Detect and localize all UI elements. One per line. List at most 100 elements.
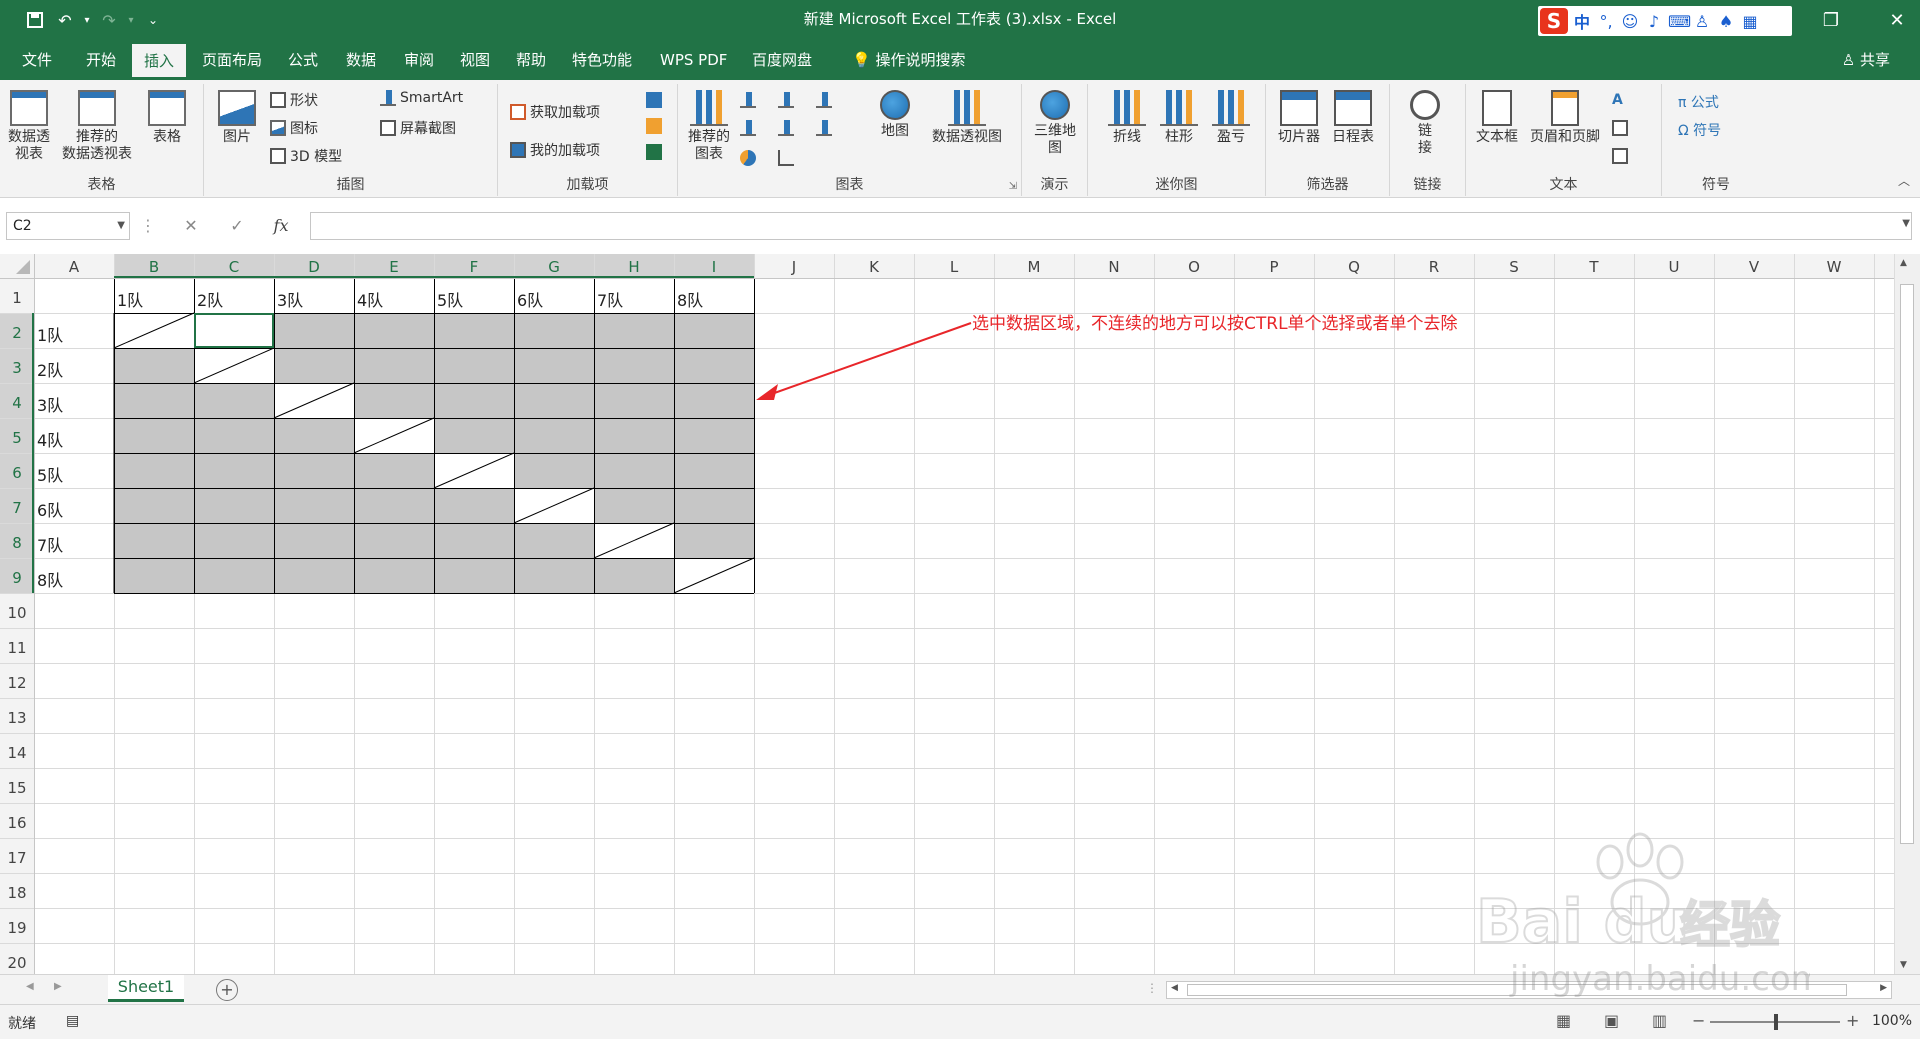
enter-icon[interactable]: ✓: [222, 212, 252, 240]
zoom-in-icon[interactable]: +: [1846, 1011, 1859, 1030]
prev-sheet-icon[interactable]: ◀: [26, 981, 34, 992]
skin-icon[interactable]: ♠: [1716, 12, 1736, 31]
equation-button[interactable]: π 公式: [1678, 92, 1719, 112]
split-handle-icon[interactable]: ⋮: [1146, 981, 1158, 995]
tab-wps-pdf[interactable]: WPS PDF: [648, 40, 739, 80]
page-layout-view-icon[interactable]: ▣: [1604, 1011, 1619, 1030]
customize-qat-icon[interactable]: ⌄: [138, 5, 168, 35]
pictures-button[interactable]: 图片: [218, 90, 256, 146]
insert-function-icon[interactable]: fx: [266, 212, 296, 240]
tab-view[interactable]: 视图: [448, 40, 502, 80]
bing-icon[interactable]: [646, 118, 662, 134]
sparkline-column-button[interactable]: 柱形: [1160, 90, 1198, 146]
my-addins-button[interactable]: 我的加载项: [510, 140, 600, 160]
vertical-scroll-thumb[interactable]: [1900, 284, 1914, 844]
object-icon[interactable]: [1612, 148, 1628, 164]
ime-mode-toggle[interactable]: 中: [1572, 9, 1592, 33]
word-addin-icon[interactable]: [646, 92, 662, 108]
tab-insert[interactable]: 插入: [132, 44, 187, 80]
screenshot-button[interactable]: 屏幕截图: [380, 118, 456, 138]
add-sheet-icon[interactable]: +: [216, 979, 238, 1001]
toolbox-icon[interactable]: ▦: [1740, 12, 1760, 31]
share-button[interactable]: ♙ 共享: [1842, 40, 1890, 80]
user-icon[interactable]: ♙: [1692, 12, 1712, 31]
collapse-ribbon-icon[interactable]: ︿: [1898, 172, 1910, 189]
horizontal-scrollbar[interactable]: ◀ ▶: [1166, 981, 1892, 999]
active-cell-fill[interactable]: [194, 313, 274, 348]
chevron-down-icon[interactable]: ▼: [117, 213, 125, 239]
smartart-button[interactable]: SmartArt: [380, 90, 463, 106]
macro-record-icon[interactable]: ▤: [66, 1013, 79, 1029]
scroll-left-icon[interactable]: ◀: [1171, 983, 1178, 993]
microphone-icon[interactable]: ♪: [1644, 12, 1664, 31]
keyboard-icon[interactable]: ⌨: [1668, 12, 1691, 31]
header-footer-button[interactable]: 页眉和页脚: [1530, 90, 1600, 146]
save-icon[interactable]: [20, 5, 50, 35]
maps-button[interactable]: 地图: [880, 90, 910, 140]
tab-data[interactable]: 数据: [334, 40, 388, 80]
drag-handle-icon[interactable]: ⋮: [140, 212, 156, 240]
worksheet-grid[interactable]: A B C D E F G H I J K L M N O P Q R S T U V W 1 2 3 4 5 6 7 8 9 10 11 12 13…: [0, 254, 1920, 974]
link-button[interactable]: 链 接: [1410, 90, 1440, 157]
symbol-button[interactable]: Ω 符号: [1678, 120, 1721, 140]
name-box[interactable]: C2 ▼: [6, 212, 130, 240]
tab-help[interactable]: 帮助: [504, 40, 558, 80]
redo-icon[interactable]: ↷: [94, 5, 124, 35]
table-button[interactable]: 表格: [148, 90, 186, 146]
recommended-pivot-button[interactable]: 推荐的 数据透视表: [62, 90, 132, 163]
column-chart-icon[interactable]: [740, 92, 756, 108]
zoom-level[interactable]: 100%: [1872, 1013, 1912, 1029]
cancel-icon[interactable]: ✕: [176, 212, 206, 240]
slicer-button[interactable]: 切片器: [1278, 90, 1320, 146]
undo-icon[interactable]: ↶: [50, 5, 80, 35]
sparkline-winloss-button[interactable]: 盈亏: [1212, 90, 1250, 146]
expand-formula-icon[interactable]: ▼: [1902, 218, 1910, 229]
3d-map-button[interactable]: 三维地 图: [1034, 90, 1076, 157]
emoji-icon[interactable]: ☺: [1620, 12, 1640, 31]
scatter-chart-icon[interactable]: [778, 150, 794, 166]
ime-punct-toggle[interactable]: °,: [1596, 12, 1616, 31]
tell-me-search[interactable]: 💡 操作说明搜索: [840, 40, 977, 80]
vertical-scrollbar[interactable]: ▲ ▼: [1894, 254, 1920, 974]
tab-special[interactable]: 特色功能: [560, 40, 644, 80]
statistic-chart-icon[interactable]: [778, 120, 794, 136]
textbox-button[interactable]: 文本框: [1476, 90, 1518, 146]
3d-models-button[interactable]: 3D 模型: [270, 146, 342, 166]
restore-icon[interactable]: ❐: [1808, 0, 1854, 40]
tab-formulas[interactable]: 公式: [276, 40, 330, 80]
hierarchy-chart-icon[interactable]: [778, 92, 794, 108]
tab-file[interactable]: 文件: [10, 40, 64, 80]
scroll-up-icon[interactable]: ▲: [1900, 258, 1907, 268]
signature-line-icon[interactable]: [1612, 120, 1628, 136]
scroll-down-icon[interactable]: ▼: [1900, 960, 1907, 970]
tab-page-layout[interactable]: 页面布局: [190, 40, 274, 80]
combo-chart-icon[interactable]: [816, 120, 832, 136]
zoom-slider-knob[interactable]: [1774, 1014, 1778, 1030]
close-icon[interactable]: ✕: [1874, 0, 1920, 40]
people-graph-icon[interactable]: [646, 144, 662, 160]
sheet-tab-sheet1[interactable]: Sheet1: [108, 975, 184, 1002]
recommended-charts-button[interactable]: 推荐的 图表: [688, 90, 730, 163]
shapes-button[interactable]: 形状: [270, 90, 318, 110]
next-sheet-icon[interactable]: ▶: [54, 981, 62, 992]
grid-canvas[interactable]: A B C D E F G H I J K L M N O P Q R S T U V W12345678910111213…: [0, 254, 1894, 974]
pivot-table-button[interactable]: 数据透 视表: [8, 90, 50, 163]
undo-dropdown-icon[interactable]: ▾: [80, 5, 94, 35]
zoom-out-icon[interactable]: −: [1692, 1011, 1705, 1030]
sparkline-line-button[interactable]: 折线: [1108, 90, 1146, 146]
timeline-button[interactable]: 日程表: [1332, 90, 1374, 146]
scroll-right-icon[interactable]: ▶: [1880, 983, 1887, 993]
tab-baidu-disk[interactable]: 百度网盘: [740, 40, 824, 80]
line-chart-icon[interactable]: [740, 120, 756, 136]
horizontal-scroll-thumb[interactable]: [1187, 984, 1847, 996]
waterfall-chart-icon[interactable]: [816, 92, 832, 108]
zoom-slider[interactable]: [1710, 1014, 1840, 1030]
get-addins-button[interactable]: 获取加载项: [510, 102, 600, 122]
pie-chart-icon[interactable]: [740, 150, 756, 166]
normal-view-icon[interactable]: ▦: [1556, 1011, 1571, 1030]
page-break-view-icon[interactable]: ▥: [1652, 1011, 1667, 1030]
redo-dropdown-icon[interactable]: ▾: [124, 5, 138, 35]
icons-button[interactable]: 图标: [270, 118, 318, 138]
tab-review[interactable]: 审阅: [392, 40, 446, 80]
ime-toolbar[interactable]: S 中 °, ☺ ♪ ⌨ ♙ ♠ ▦: [1538, 6, 1792, 36]
